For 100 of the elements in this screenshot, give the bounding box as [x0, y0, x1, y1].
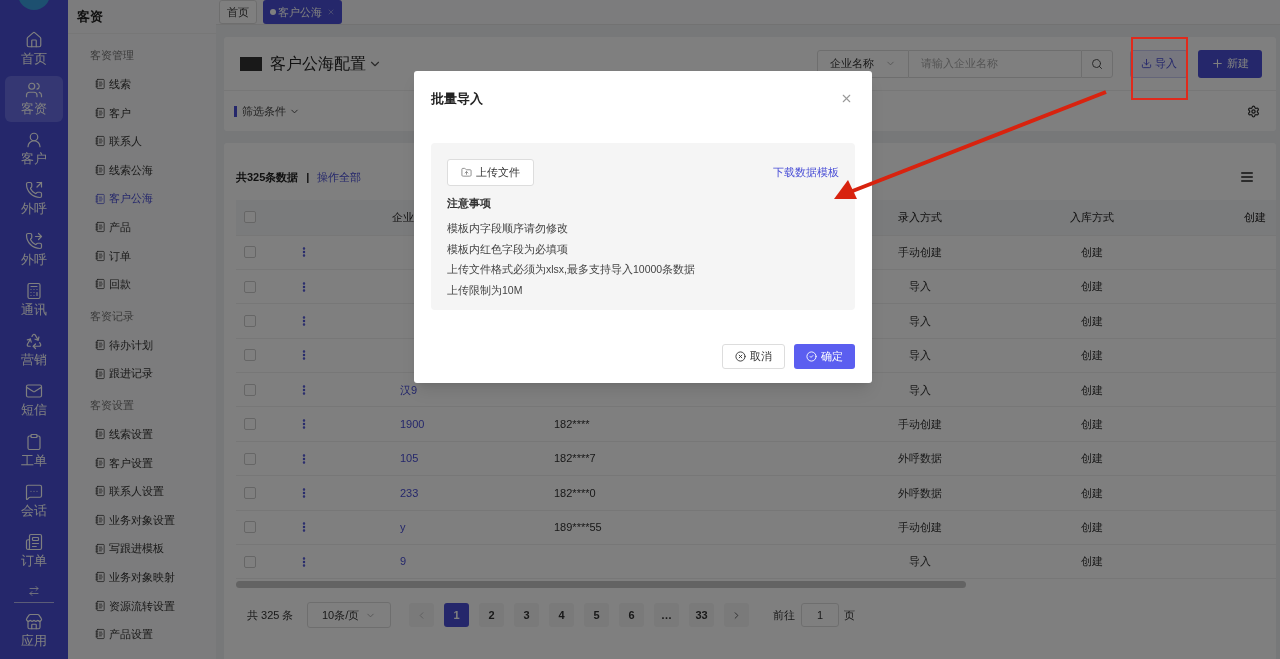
nav-item[interactable]: 应用: [5, 608, 63, 654]
nav-item[interactable]: 客资: [5, 76, 63, 122]
sidebar-item[interactable]: 待办计划: [90, 330, 153, 360]
page-tab[interactable]: 首页: [219, 0, 257, 24]
nav-item[interactable]: 客户: [5, 126, 63, 172]
new-button[interactable]: 新建: [1198, 49, 1262, 78]
user-icon: [25, 131, 43, 150]
settings-icon[interactable]: [1247, 104, 1260, 118]
row-checkbox[interactable]: [244, 452, 256, 465]
nav-item[interactable]: 外呼: [5, 227, 63, 273]
page-button[interactable]: 4: [549, 603, 574, 628]
next-page-button[interactable]: [724, 603, 749, 628]
page-button[interactable]: …: [654, 603, 679, 628]
row-checkbox[interactable]: [244, 555, 256, 568]
goto-suffix: 页: [844, 608, 855, 624]
table-cell: 创建: [1081, 245, 1103, 258]
sidebar-item[interactable]: 产品: [90, 212, 131, 242]
highlight-frame: [1131, 37, 1188, 100]
company-link[interactable]: y: [400, 521, 406, 534]
calculator-icon: [25, 281, 43, 300]
page-size-select[interactable]: 10条/页: [307, 602, 391, 629]
sidebar-item[interactable]: 客户设置: [90, 448, 153, 478]
download-icon: [1141, 58, 1152, 69]
sidebar-item[interactable]: 线索设置: [90, 419, 153, 449]
company-link[interactable]: 1900: [400, 417, 425, 430]
company-link[interactable]: 233: [400, 486, 419, 499]
document-icon: [95, 542, 106, 555]
cancel-button[interactable]: 取消: [722, 343, 785, 369]
page-tab[interactable]: 客户公海: [263, 0, 342, 24]
nav-item[interactable]: 首页: [5, 26, 63, 72]
sidebar-item[interactable]: 订单: [90, 241, 131, 271]
document-icon: [95, 367, 106, 380]
sidebar-item[interactable]: 写跟进模板: [90, 534, 164, 563]
table-cell: 创建: [1081, 452, 1103, 465]
users-icon: [25, 80, 43, 99]
row-checkbox[interactable]: [244, 418, 256, 431]
company-link[interactable]: 105: [400, 452, 419, 465]
page-button[interactable]: 2: [479, 603, 504, 628]
table-cell: 导入: [909, 555, 931, 568]
document-icon: [95, 485, 106, 498]
sidebar-item[interactable]: 线索: [90, 70, 131, 99]
note-text: 模板内红色字段为必填项: [447, 241, 569, 257]
page-button[interactable]: 6: [619, 603, 644, 628]
sidebar-item[interactable]: 产品设置: [90, 620, 153, 649]
nav-item[interactable]: 通讯: [5, 277, 63, 323]
note-text: 上传文件格式必须为xlsx,最多支持导入10000条数据: [447, 262, 697, 277]
operate-all-link[interactable]: 操作全部: [317, 169, 362, 186]
column-settings-icon[interactable]: [1240, 170, 1254, 185]
sidebar-item[interactable]: 联系人: [90, 127, 142, 156]
company-link[interactable]: 9: [400, 555, 407, 568]
page-title: 客户公海配置: [270, 53, 366, 74]
nav-item[interactable]: 订单: [5, 528, 63, 574]
clipboard-icon: [25, 432, 43, 451]
table-cell: 创建: [1081, 486, 1103, 499]
search-button[interactable]: [1081, 49, 1113, 78]
sidebar-item[interactable]: 业务对象设置: [90, 505, 175, 535]
page-button[interactable]: 33: [689, 603, 714, 628]
sidebar-item[interactable]: 联系人设置: [90, 477, 164, 506]
nav-item[interactable]: 营销: [5, 327, 63, 373]
document-icon: [95, 628, 106, 641]
total-count: 共 325 条: [247, 608, 295, 624]
page-button[interactable]: 1: [444, 603, 469, 628]
download-template-link[interactable]: 下载数据模板: [773, 163, 839, 181]
row-checkbox[interactable]: [244, 314, 256, 327]
nav-item[interactable]: 工单: [5, 428, 63, 474]
separator: |: [306, 170, 310, 185]
sidebar-item[interactable]: 线索公海: [90, 155, 153, 185]
page-button[interactable]: 3: [514, 603, 539, 628]
row-checkbox[interactable]: [244, 349, 256, 362]
goto-page-field[interactable]: 1: [801, 603, 839, 628]
row-checkbox[interactable]: [244, 280, 256, 293]
row-checkbox[interactable]: [244, 383, 256, 396]
company-link[interactable]: 汉9: [400, 383, 418, 396]
select-all-checkbox[interactable]: [244, 211, 256, 223]
table-cell: 创建: [1081, 521, 1103, 534]
sidebar-group-title: 客资设置: [90, 397, 135, 413]
sidebar-item[interactable]: 回款: [90, 270, 131, 299]
filter-toggle[interactable]: 筛选条件: [242, 102, 300, 120]
document-icon: [95, 164, 106, 177]
document-icon: [95, 456, 106, 469]
table-cell: 外呼数据: [898, 486, 942, 499]
sidebar-item[interactable]: 客户: [90, 98, 131, 128]
nav-item[interactable]: 外呼: [5, 176, 63, 222]
page-button[interactable]: 5: [584, 603, 609, 628]
sidebar-item[interactable]: 客户公海: [90, 184, 153, 213]
confirm-button[interactable]: 确定: [794, 343, 855, 369]
recycle-icon: [25, 332, 43, 351]
row-checkbox[interactable]: [244, 246, 256, 259]
collapse-icon[interactable]: [26, 584, 42, 597]
import-button[interactable]: 导入: [1130, 49, 1188, 78]
nav-item[interactable]: 短信: [5, 377, 63, 423]
row-checkbox[interactable]: [244, 486, 256, 499]
table-cell: 182****0: [554, 486, 596, 499]
row-checkbox[interactable]: [244, 521, 256, 534]
sidebar-item[interactable]: 业务对象映射: [90, 562, 175, 592]
upload-button[interactable]: 上传文件: [447, 158, 534, 186]
sidebar-item[interactable]: 跟进记录: [90, 359, 153, 388]
redacted-mark: [240, 56, 262, 71]
nav-item[interactable]: 会话: [5, 478, 63, 524]
sidebar-item[interactable]: 资源流转设置: [90, 591, 175, 621]
